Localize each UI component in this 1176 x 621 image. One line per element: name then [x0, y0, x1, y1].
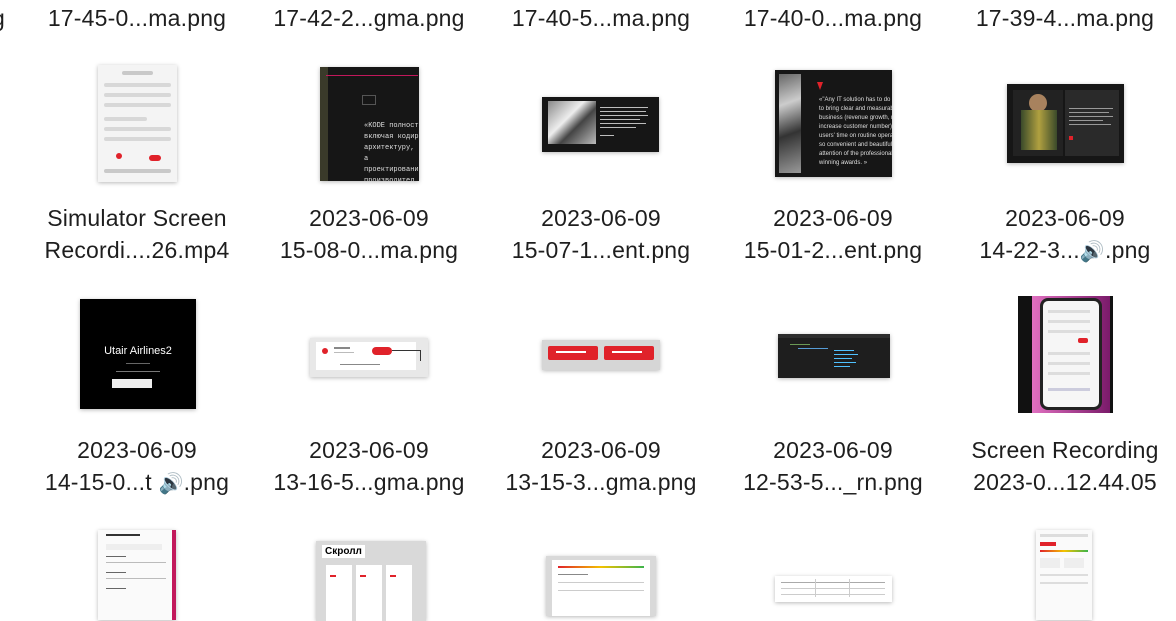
- file-label[interactable]: Simulator Screen Recordi....26.mp4: [21, 202, 253, 266]
- file-thumbnail[interactable]: «"Any IT solution has to do th to bring c…: [775, 70, 892, 177]
- file-label[interactable]: Screen Recording 2023-0...12.44.05: [949, 434, 1176, 498]
- file-thumbnail[interactable]: [775, 576, 892, 602]
- file-label[interactable]: 17-40-0...ma.png: [717, 2, 949, 34]
- file-label[interactable]: 2023-06-09 14-15-0...t 🔊.png: [21, 434, 253, 500]
- file-label[interactable]: 2023-06-09 13-16-5...gma.png: [253, 434, 485, 498]
- file-thumbnail[interactable]: [98, 65, 177, 182]
- file-thumbnail[interactable]: Скролл: [316, 541, 426, 621]
- file-label[interactable]: 17-45-0...ma.png: [21, 2, 253, 34]
- file-label[interactable]: 17-40-5...ma.png: [485, 2, 717, 34]
- file-label[interactable]: 2023-06-09 13-15-3...gma.png: [485, 434, 717, 498]
- file-thumbnail[interactable]: [778, 334, 890, 378]
- file-thumbnail[interactable]: [98, 530, 176, 620]
- file-thumbnail[interactable]: Utair Airlines2: [80, 299, 196, 409]
- file-thumbnail[interactable]: [542, 97, 659, 152]
- file-label[interactable]: 2023-06-09 12-53-5..._rn.png: [717, 434, 949, 498]
- file-label[interactable]: 17-39-4...ma.png: [949, 2, 1176, 34]
- file-label[interactable]: 2023-06-09 15-08-0...ma.png: [253, 202, 485, 266]
- file-thumbnail[interactable]: «KODE полност включая кодир архитектуру, а…: [320, 67, 419, 181]
- file-thumbnail[interactable]: [546, 556, 656, 616]
- file-label[interactable]: g: [0, 2, 16, 34]
- file-thumbnail[interactable]: [1036, 530, 1092, 620]
- file-thumbnail[interactable]: [1018, 296, 1113, 413]
- speaker-icon: 🔊: [1079, 241, 1105, 263]
- thumbnail-title: Utair Airlines2: [104, 345, 172, 357]
- file-label[interactable]: 17-42-2...gma.png: [253, 2, 485, 34]
- file-thumbnail[interactable]: [1007, 84, 1124, 163]
- file-label[interactable]: 2023-06-09 14-22-3...🔊.png: [949, 202, 1176, 268]
- thumbnail-title: Скролл: [322, 545, 365, 558]
- file-label[interactable]: 2023-06-09 15-01-2...ent.png: [717, 202, 949, 266]
- file-thumbnail[interactable]: [310, 338, 428, 377]
- file-label[interactable]: 2023-06-09 15-07-1...ent.png: [485, 202, 717, 266]
- file-thumbnail[interactable]: [542, 340, 660, 370]
- file-grid: g 17-45-0...ma.png 17-42-2...gma.png 17-…: [0, 0, 1176, 621]
- speaker-icon: 🔊: [158, 473, 184, 495]
